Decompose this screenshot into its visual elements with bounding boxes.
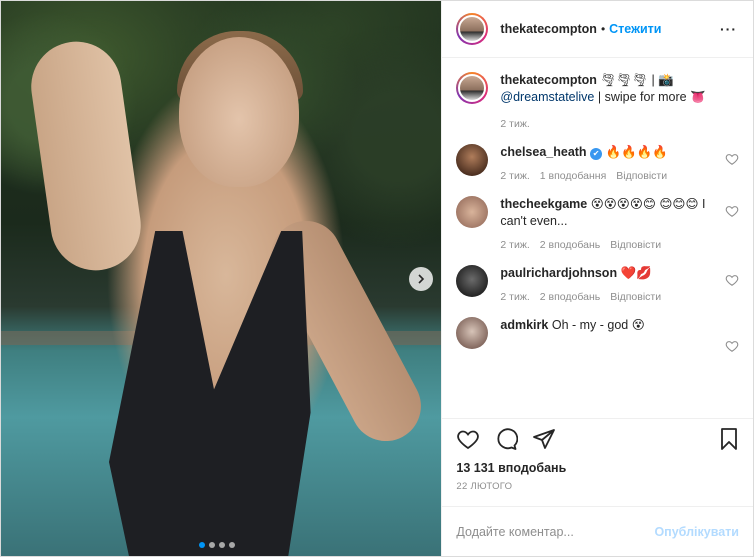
bookmark-icon[interactable] [717, 427, 741, 451]
follow-button[interactable]: Стежити [609, 22, 661, 36]
post-header: thekatecompton • Стежити ··· [442, 1, 753, 58]
comment-username[interactable]: paulrichardjohnson [500, 266, 617, 280]
comment-username[interactable]: admkirk [500, 318, 548, 332]
comment-username[interactable]: thecheekgame [500, 197, 587, 211]
commenter-avatar[interactable] [456, 265, 489, 297]
comment-input[interactable] [456, 524, 655, 539]
comment-body: ❤️💋 [620, 266, 652, 280]
caption: thekatecompton 🌪🌪🌪 | 📸 @dreamstatelive |… [456, 72, 739, 130]
comment-text: thecheekgame 😵😵😵😵😊 😊😊😊 I can't even... [500, 196, 712, 230]
carousel-dot [229, 542, 235, 548]
comment-item: paulrichardjohnson ❤️💋 2 тиж. 2 вподобан… [456, 265, 739, 303]
author-avatar[interactable] [456, 13, 489, 45]
comment-body: Oh - my - god 😵 [551, 318, 645, 332]
post-comment-button[interactable]: Опублікувати [654, 525, 739, 539]
heart-icon[interactable] [725, 273, 739, 287]
post-side-panel: thekatecompton • Стежити ··· thekatecomp… [441, 1, 753, 556]
carousel-dot [219, 542, 225, 548]
post-date: 22 ЛЮТОГО [456, 481, 513, 492]
carousel-dots [199, 542, 235, 548]
comment-meta: 2 тиж. 1 вподобання Відповісти [500, 170, 712, 182]
comment-item: admkirk Oh - my - god 😵 [456, 317, 739, 352]
action-bar [442, 418, 753, 458]
comments-list[interactable]: thekatecompton 🌪🌪🌪 | 📸 @dreamstatelive |… [442, 58, 753, 418]
photo-subject-head [179, 37, 299, 187]
heart-icon[interactable] [725, 204, 739, 218]
commenter-avatar[interactable] [456, 317, 489, 349]
post-photo[interactable] [1, 1, 442, 556]
comment-age[interactable]: 2 тиж. [500, 291, 529, 303]
comment-reply-button[interactable]: Відповісти [610, 239, 661, 251]
comment-meta: 2 тиж. 2 вподобань Відповісти [500, 239, 712, 251]
comment-likes[interactable]: 2 вподобань [540, 291, 600, 303]
comment-text: admkirk Oh - my - god 😵 [500, 317, 712, 334]
verified-badge-icon: ✔ [590, 148, 603, 160]
comment-likes[interactable]: 2 вподобань [540, 239, 600, 251]
caption-text: thekatecompton 🌪🌪🌪 | 📸 @dreamstatelive |… [500, 72, 705, 106]
carousel-dot [199, 542, 205, 548]
post-viewer: thekatecompton • Стежити ··· thekatecomp… [0, 0, 754, 557]
comment-reply-button[interactable]: Відповісти [610, 291, 661, 303]
carousel-dot [209, 542, 215, 548]
comment-item: thecheekgame 😵😵😵😵😊 😊😊😊 I can't even... 2… [456, 196, 739, 251]
comment-age[interactable]: 2 тиж. [500, 170, 529, 182]
caption-emoji: 🌪🌪🌪 | 📸 [600, 73, 674, 87]
heart-icon[interactable] [725, 339, 739, 353]
comment-reply-button[interactable]: Відповісти [616, 170, 667, 182]
caption-age[interactable]: 2 тиж. [500, 118, 705, 130]
likes-count[interactable]: 13 131 вподобань [442, 458, 753, 478]
commenter-avatar[interactable] [456, 144, 489, 176]
next-slide-button[interactable] [409, 267, 433, 291]
comment-icon[interactable] [494, 427, 519, 451]
comment-username[interactable]: chelsea_heath [500, 145, 586, 159]
add-comment-bar: Опублікувати [442, 506, 753, 556]
comment-likes[interactable]: 1 вподобання [540, 170, 607, 182]
more-options-button[interactable]: ··· [720, 21, 737, 37]
caption-mention[interactable]: @dreamstatelive [500, 90, 594, 104]
author-username[interactable]: thekatecompton [500, 22, 597, 36]
heart-icon[interactable] [725, 152, 739, 166]
comment-item: chelsea_heath ✔ 🔥🔥🔥🔥 2 тиж. 1 вподобання… [456, 144, 739, 182]
heart-icon[interactable] [456, 427, 480, 451]
chevron-right-icon [418, 274, 425, 284]
comment-text: chelsea_heath ✔ 🔥🔥🔥🔥 [500, 144, 712, 161]
caption-username[interactable]: thekatecompton [500, 73, 597, 87]
header-separator: • [600, 22, 606, 36]
commenter-avatar[interactable] [456, 196, 489, 228]
comment-meta: 2 тиж. 2 вподобань Відповісти [500, 291, 712, 303]
author-avatar[interactable] [456, 72, 489, 104]
comment-body: 🔥🔥🔥🔥 [605, 145, 668, 159]
caption-body: | swipe for more 👅 [594, 90, 706, 104]
comment-age[interactable]: 2 тиж. [500, 239, 529, 251]
comment-text: paulrichardjohnson ❤️💋 [500, 265, 712, 282]
share-icon[interactable] [532, 427, 556, 451]
